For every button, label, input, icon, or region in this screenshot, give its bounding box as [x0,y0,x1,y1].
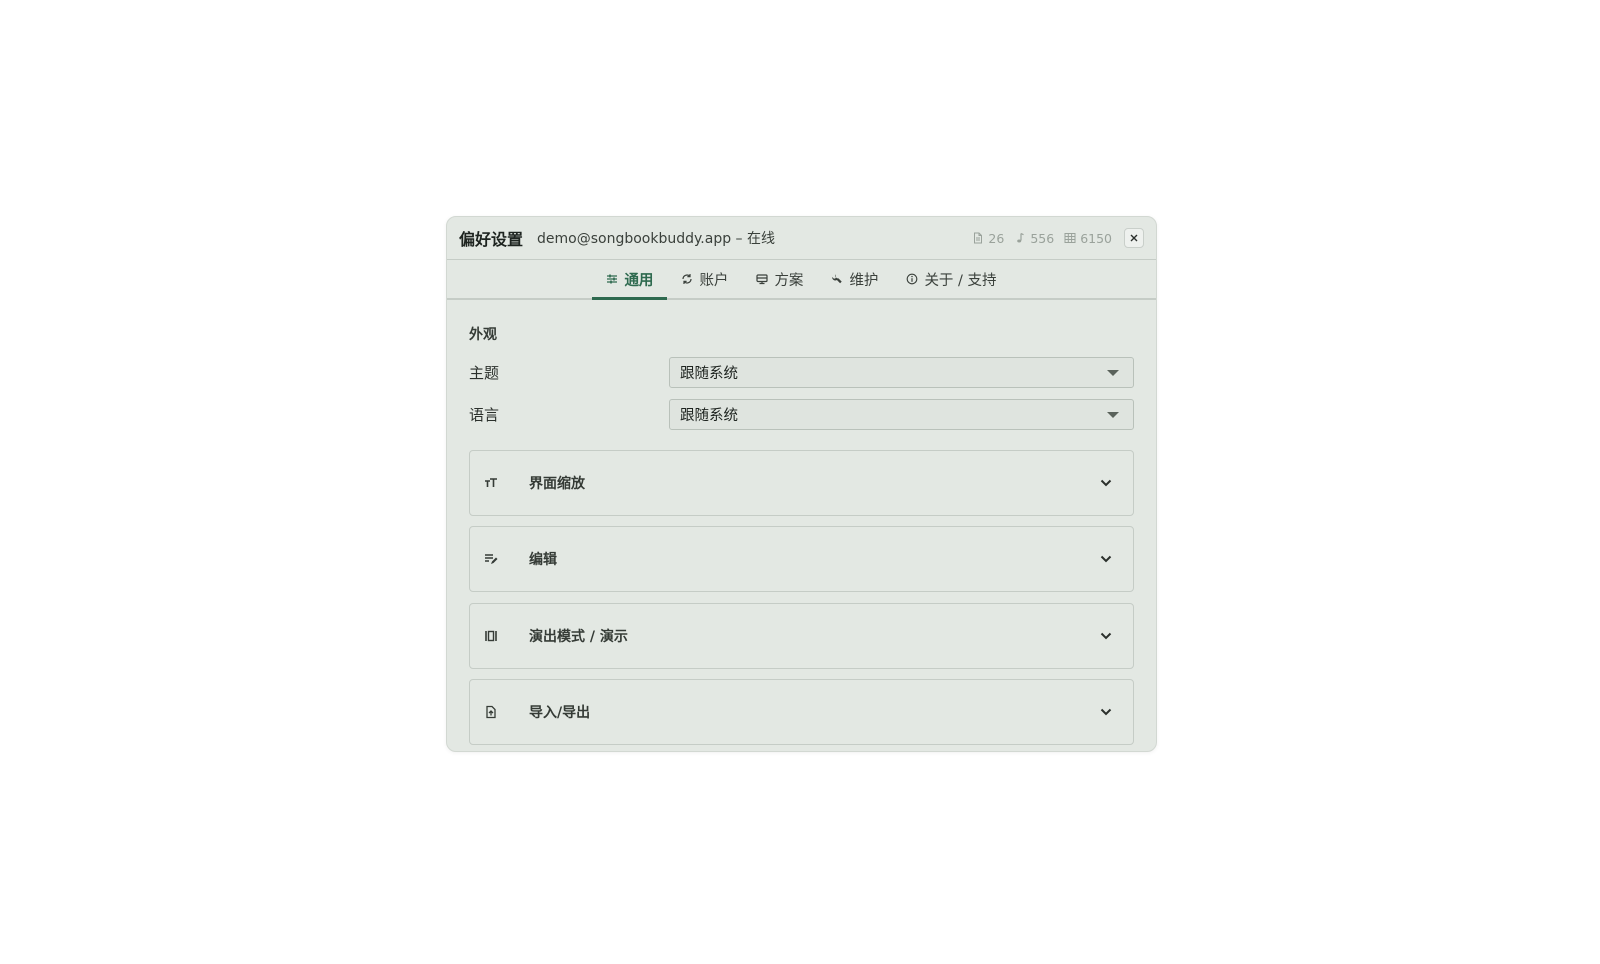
music-note-icon [1017,232,1025,243]
chevron-down-icon [1100,555,1112,563]
tab-maintenance-label: 维护 [849,272,879,289]
sync-icon [682,274,693,284]
theme-label: 主题 [469,364,500,382]
edit-note-icon [485,554,498,564]
grid-icon [1064,233,1076,243]
theme-select[interactable]: 跟随系统 [669,357,1134,388]
panel-editing[interactable]: 编辑 [469,526,1134,592]
panel-performance-mode-title: 演出模式 / 演示 [529,629,628,645]
tab-maintenance[interactable]: 维护 [817,260,892,298]
tab-about[interactable]: 关于 / 支持 [892,260,1010,298]
dropdown-caret-icon [1107,411,1119,418]
document-icon [974,232,983,244]
documents-stat: 26 [972,231,1004,246]
language-row: 语言 跟随系统 [469,399,1134,430]
panel-ui-scaling-title: 界面缩放 [529,476,585,492]
close-button[interactable] [1124,228,1144,248]
sliders-icon [607,274,618,284]
tab-general[interactable]: 通用 [592,260,668,300]
account-status: demo@songbookbuddy.app – 在线 [537,231,775,247]
theme-row: 主题 跟随系统 [469,357,1134,388]
tab-account-label: 账户 [699,272,729,289]
language-label: 语言 [469,406,500,424]
dropdown-caret-icon [1107,369,1119,376]
presentation-icon [485,630,497,642]
preferences-dialog: 偏好设置 demo@songbookbuddy.app – 在线 26 556 … [446,216,1157,752]
stats-bar: 26 556 6150 [972,231,1112,246]
appearance-section-label: 外观 [469,327,497,343]
panel-import-export-title: 导入/导出 [529,705,591,721]
file-upload-icon [486,705,496,719]
tab-account[interactable]: 账户 [667,260,742,298]
theme-select-value: 跟随系统 [680,366,738,382]
panel-performance-mode[interactable]: 演出模式 / 演示 [469,603,1134,669]
language-select[interactable]: 跟随系统 [669,399,1134,430]
dialog-title: 偏好设置 [459,230,524,249]
general-settings: 外观 主题 跟随系统 语言 跟随系统 界面缩放 编辑 演出模式 / 演示 导入/… [469,300,1134,751]
panel-import-export[interactable]: 导入/导出 [469,679,1134,745]
text-size-icon [485,478,497,487]
chevron-down-icon [1100,632,1112,640]
chevron-down-icon [1100,479,1112,487]
documents-count: 26 [988,230,1005,246]
close-icon [1130,234,1138,242]
tab-bar: 通用 账户 方案 维护 关于 / 支持 [447,260,1156,300]
tab-plan-label: 方案 [774,272,804,289]
tab-general-label: 通用 [624,272,654,289]
monitor-icon [756,274,769,285]
chevron-down-icon [1100,708,1112,716]
language-select-value: 跟随系统 [680,408,738,424]
songs-count: 556 [1030,230,1055,246]
dialog-header: 偏好设置 demo@songbookbuddy.app – 在线 26 556 … [447,217,1156,260]
panel-editing-title: 编辑 [529,552,557,568]
sheets-count: 6150 [1080,230,1112,246]
wrench-icon [832,274,843,284]
tab-about-label: 关于 / 支持 [924,272,997,289]
tab-plan[interactable]: 方案 [742,260,817,298]
songs-stat: 556 [1014,231,1054,246]
sheets-stat: 6150 [1064,231,1112,246]
panel-ui-scaling[interactable]: 界面缩放 [469,450,1134,516]
info-icon [907,273,918,285]
